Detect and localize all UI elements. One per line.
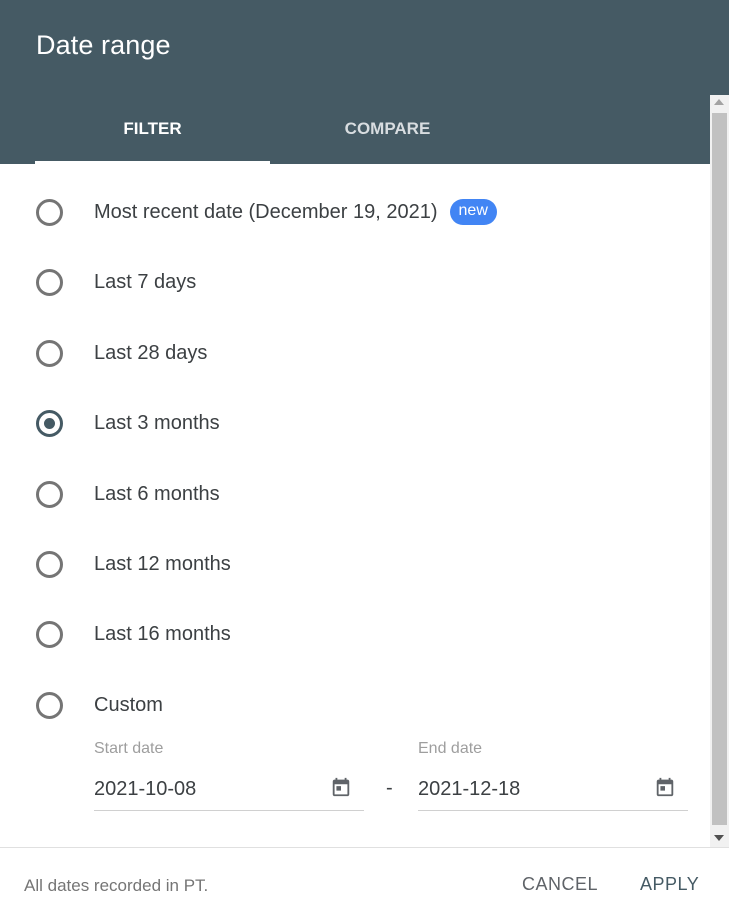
radio-button[interactable] xyxy=(36,198,63,226)
scroll-up-arrow-icon[interactable] xyxy=(714,99,724,105)
radio-button[interactable] xyxy=(36,550,63,578)
tab-filter[interactable]: FILTER xyxy=(35,108,270,164)
footer-divider xyxy=(0,847,729,848)
scroll-down-arrow-icon[interactable] xyxy=(714,835,724,841)
new-badge: new xyxy=(449,199,497,225)
start-date-label: Start date xyxy=(94,740,164,757)
option-label: Custom xyxy=(94,693,163,716)
radio-button[interactable] xyxy=(36,620,63,648)
start-date-value: 2021-10-08 xyxy=(94,778,197,800)
cancel-button[interactable]: CANCEL xyxy=(522,874,598,895)
calendar-icon[interactable] xyxy=(654,776,676,798)
radio-button[interactable] xyxy=(36,691,63,719)
end-date-label: End date xyxy=(418,740,483,757)
option-most-recent-date[interactable]: Most recent date (December 19, 2021) new xyxy=(36,192,497,232)
active-tab-indicator xyxy=(35,161,270,164)
option-last-7-days[interactable]: Last 7 days xyxy=(36,262,196,302)
apply-button[interactable]: APPLY xyxy=(640,874,699,895)
option-last-28-days[interactable]: Last 28 days xyxy=(36,333,207,373)
option-last-3-months[interactable]: Last 3 months xyxy=(36,403,220,443)
dialog-title: Date range xyxy=(36,30,171,60)
option-label: Last 12 months xyxy=(94,552,231,575)
option-label: Last 7 days xyxy=(94,270,197,293)
option-label: Last 6 months xyxy=(94,482,220,505)
tab-compare-label: COMPARE xyxy=(344,119,431,138)
option-last-16-months[interactable]: Last 16 months xyxy=(36,614,231,654)
scrollbar[interactable] xyxy=(710,95,729,847)
end-date-value: 2021-12-18 xyxy=(418,778,521,800)
option-label: Last 28 days xyxy=(94,341,208,364)
radio-button[interactable] xyxy=(36,268,63,296)
start-date-input[interactable]: 2021-10-08 xyxy=(94,770,364,811)
option-label: Most recent date (December 19, 2021) xyxy=(94,200,438,223)
tab-compare[interactable]: COMPARE xyxy=(270,108,505,164)
date-separator: - xyxy=(386,777,393,799)
radio-button-selected[interactable] xyxy=(36,409,63,437)
timezone-note: All dates recorded in PT. xyxy=(24,876,209,895)
dialog-header: Date range FILTER COMPARE xyxy=(0,0,729,164)
tab-filter-label: FILTER xyxy=(123,119,182,138)
radio-button[interactable] xyxy=(36,339,63,367)
scroll-thumb[interactable] xyxy=(712,113,727,825)
option-label: Last 16 months xyxy=(94,622,231,645)
option-last-12-months[interactable]: Last 12 months xyxy=(36,544,231,584)
option-custom[interactable]: Custom xyxy=(36,685,163,725)
radio-dot xyxy=(44,417,55,429)
option-label: Last 3 months xyxy=(94,411,220,434)
end-date-input[interactable]: 2021-12-18 xyxy=(418,770,688,811)
calendar-icon[interactable] xyxy=(330,776,352,798)
radio-button[interactable] xyxy=(36,480,63,508)
option-last-6-months[interactable]: Last 6 months xyxy=(36,474,220,514)
